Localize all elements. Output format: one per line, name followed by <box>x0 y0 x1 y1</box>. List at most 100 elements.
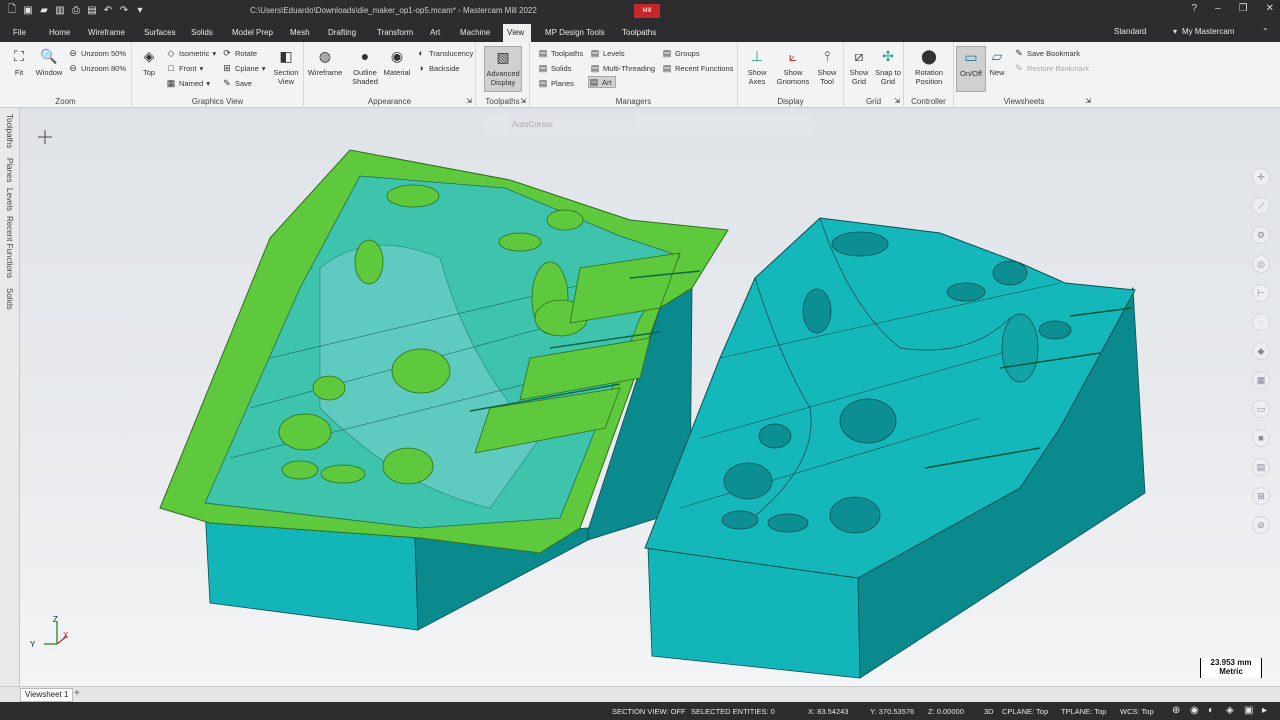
restore-icon[interactable]: ❐ <box>1239 3 1248 14</box>
redo-icon[interactable]: ↷ <box>118 4 130 17</box>
tplane-status[interactable]: TPLANE: Top <box>1061 707 1106 716</box>
cplane-status[interactable]: CPLANE: Top <box>1002 707 1048 716</box>
isometric-button[interactable]: ◇ Isometric ▾ <box>166 47 217 59</box>
tab-surfaces[interactable]: Surfaces <box>140 24 180 42</box>
open-icon[interactable]: ▰ <box>38 4 50 17</box>
color-icon[interactable]: ◆ <box>1252 342 1270 360</box>
verify-icon[interactable]: ▤ <box>1252 458 1270 476</box>
front-button[interactable]: □ Front ▾ <box>166 62 203 74</box>
tab-wireframe[interactable]: Wireframe <box>84 24 129 42</box>
unzoom-80-button[interactable]: ⊖ Unzoom 80% <box>68 62 126 74</box>
side-tab-solids[interactable]: Solids <box>5 288 14 310</box>
cplane-button[interactable]: ⊞ Cplane ▾ <box>222 62 265 74</box>
new-icon[interactable]: 🗋 <box>6 4 18 17</box>
print-preview-icon[interactable]: ▤ <box>86 4 98 17</box>
tab-transform[interactable]: Transform <box>373 24 417 42</box>
y-coordinate[interactable]: Y: 370.53576 <box>870 707 914 716</box>
mode-3d-toggle[interactable]: 3D <box>984 707 994 716</box>
show-grid-button[interactable]: ⧄ Show Grid <box>844 46 874 87</box>
add-viewsheet-icon[interactable]: + <box>74 688 80 699</box>
close-icon[interactable]: ✕ <box>1266 3 1274 14</box>
tab-mesh[interactable]: Mesh <box>286 24 314 42</box>
globe-icon[interactable]: ⊕ <box>1172 705 1180 716</box>
backside-toggle[interactable]: ◑ Backside <box>416 62 459 74</box>
collapse-ribbon-icon[interactable]: ⌃ <box>1262 27 1269 36</box>
display-mode-icon[interactable]: ◉ <box>1190 705 1199 716</box>
unzoom-50-button[interactable]: ⊖ Unzoom 50% <box>68 47 126 59</box>
restore-bookmark-button[interactable]: ✎ Restore Bookmark <box>1014 62 1089 74</box>
dropdown-icon[interactable]: ▾ <box>1173 27 1177 36</box>
more-icon[interactable]: ▸ <box>1262 705 1267 716</box>
tab-home[interactable]: Home <box>45 24 74 42</box>
save-bookmark-button[interactable]: ✎ Save Bookmark <box>1014 47 1080 59</box>
rotate-button[interactable]: ⟳ Rotate <box>222 47 257 59</box>
wireframe-display-button[interactable]: ◍ Wireframe <box>306 46 344 78</box>
print-icon[interactable]: ⎙ <box>70 4 82 17</box>
save-icon[interactable]: ▣ <box>22 4 34 17</box>
top-view-button[interactable]: ◈ Top <box>132 46 166 78</box>
dialog-launcher-icon[interactable]: ⇲ <box>894 97 900 105</box>
customize-icon[interactable]: ▾ <box>134 4 146 17</box>
left-die-part[interactable] <box>159 149 729 631</box>
side-tab-levels[interactable]: Levels <box>5 188 14 211</box>
minimize-icon[interactable]: – <box>1215 3 1221 14</box>
tab-toolpaths[interactable]: Toolpaths <box>618 24 660 42</box>
section-view-status[interactable]: SECTION VIEW: OFF <box>612 707 686 716</box>
fit-button[interactable]: ⛶ Fit <box>2 46 36 78</box>
tab-file[interactable]: File <box>9 24 30 42</box>
snap-icon[interactable]: ⊞ <box>1252 487 1270 505</box>
window-zoom-button[interactable]: 🔍 Window <box>32 46 66 78</box>
z-coordinate[interactable]: Z: 0.00000 <box>928 707 964 716</box>
section-view-button[interactable]: ◧ Section View <box>269 46 303 87</box>
dialog-launcher-icon[interactable]: ⇲ <box>520 97 526 105</box>
tab-drafting[interactable]: Drafting <box>324 24 360 42</box>
levels-manager-toggle[interactable]: ▤ Levels <box>590 47 625 59</box>
undo-icon[interactable]: ↶ <box>102 4 114 17</box>
dialog-launcher-icon[interactable]: ⇲ <box>1085 97 1091 105</box>
material-button[interactable]: ◉ Material <box>380 46 414 78</box>
outline-shaded-button[interactable]: ● Outline Shaded <box>346 46 384 87</box>
model-canvas[interactable]: Z Y X <box>20 108 1280 686</box>
ruler-icon[interactable]: ⊢ <box>1252 284 1270 302</box>
new-viewsheet-button[interactable]: ▱ New <box>980 46 1014 78</box>
autocursor-label[interactable]: AutoCursor <box>512 120 552 129</box>
side-tab-planes[interactable]: Planes <box>5 158 14 182</box>
art-manager-toggle[interactable]: ▤ Art <box>588 76 616 88</box>
clear-icon[interactable]: ⊘ <box>1252 516 1270 534</box>
toolpaths-manager-toggle[interactable]: ▤ Toolpaths <box>538 47 583 59</box>
right-die-part[interactable] <box>644 217 1146 679</box>
tab-view[interactable]: View <box>503 24 531 42</box>
show-axes-button[interactable]: ⊥ Show Axes <box>740 46 774 87</box>
graphics-viewport[interactable]: Z Y X AutoCursor ✛ ⟋ ⚙ ◎ ⊢ ◌ ◆ ▦ ▭ ■ ▤ ⊞… <box>20 108 1280 686</box>
show-gnomons-button[interactable]: ⟀ Show Gnomons <box>774 46 812 87</box>
my-mastercam-link[interactable]: My Mastercam <box>1182 27 1234 36</box>
tab-solids[interactable]: Solids <box>187 24 217 42</box>
layer-icon[interactable]: ▦ <box>1252 371 1270 389</box>
wcs-status[interactable]: WCS: Top <box>1120 707 1154 716</box>
help-icon[interactable]: ? <box>1192 3 1198 14</box>
multi-threading-manager-toggle[interactable]: ▤ Multi-Threading <box>590 62 655 74</box>
translucency-toggle[interactable]: ◐ Translucency <box>416 47 473 59</box>
x-coordinate[interactable]: X: 83.54243 <box>808 707 848 716</box>
tab-mp-design-tools[interactable]: MP Design Tools <box>541 24 609 42</box>
recent-functions-toggle[interactable]: ▤ Recent Functions <box>662 62 734 74</box>
selection-icon[interactable]: ▭ <box>1252 400 1270 418</box>
tab-art[interactable]: Art <box>426 24 444 42</box>
save-as-icon[interactable]: ▥ <box>54 4 66 17</box>
rotation-position-button[interactable]: ⬤ Rotation Position <box>910 46 948 87</box>
planes-manager-toggle[interactable]: ▤ Planes <box>538 77 574 89</box>
target-icon[interactable]: ◎ <box>1252 255 1270 273</box>
dialog-launcher-icon[interactable]: ⇲ <box>466 97 472 105</box>
wireframe-toggle-icon[interactable]: ▣ <box>1244 705 1253 716</box>
advanced-display-button[interactable]: ▧ Advanced Display <box>484 46 522 92</box>
settings-icon[interactable]: ⚙ <box>1252 226 1270 244</box>
autocursor-toolbar[interactable]: AutoCursor <box>484 115 816 135</box>
view-cube-icon[interactable]: ◈ <box>1226 705 1234 716</box>
tab-machine[interactable]: Machine <box>456 24 494 42</box>
shading-icon[interactable]: ◐ <box>1208 705 1214 716</box>
show-tool-button[interactable]: ⫯ Show Tool <box>810 46 844 87</box>
side-tab-recent-functions[interactable]: Recent Functions <box>5 216 14 278</box>
groups-manager-toggle[interactable]: ▤ Groups <box>662 47 700 59</box>
viewsheet-tab-1[interactable]: Viewsheet 1 <box>20 688 74 702</box>
hide-icon[interactable]: ◌ <box>1252 313 1270 331</box>
